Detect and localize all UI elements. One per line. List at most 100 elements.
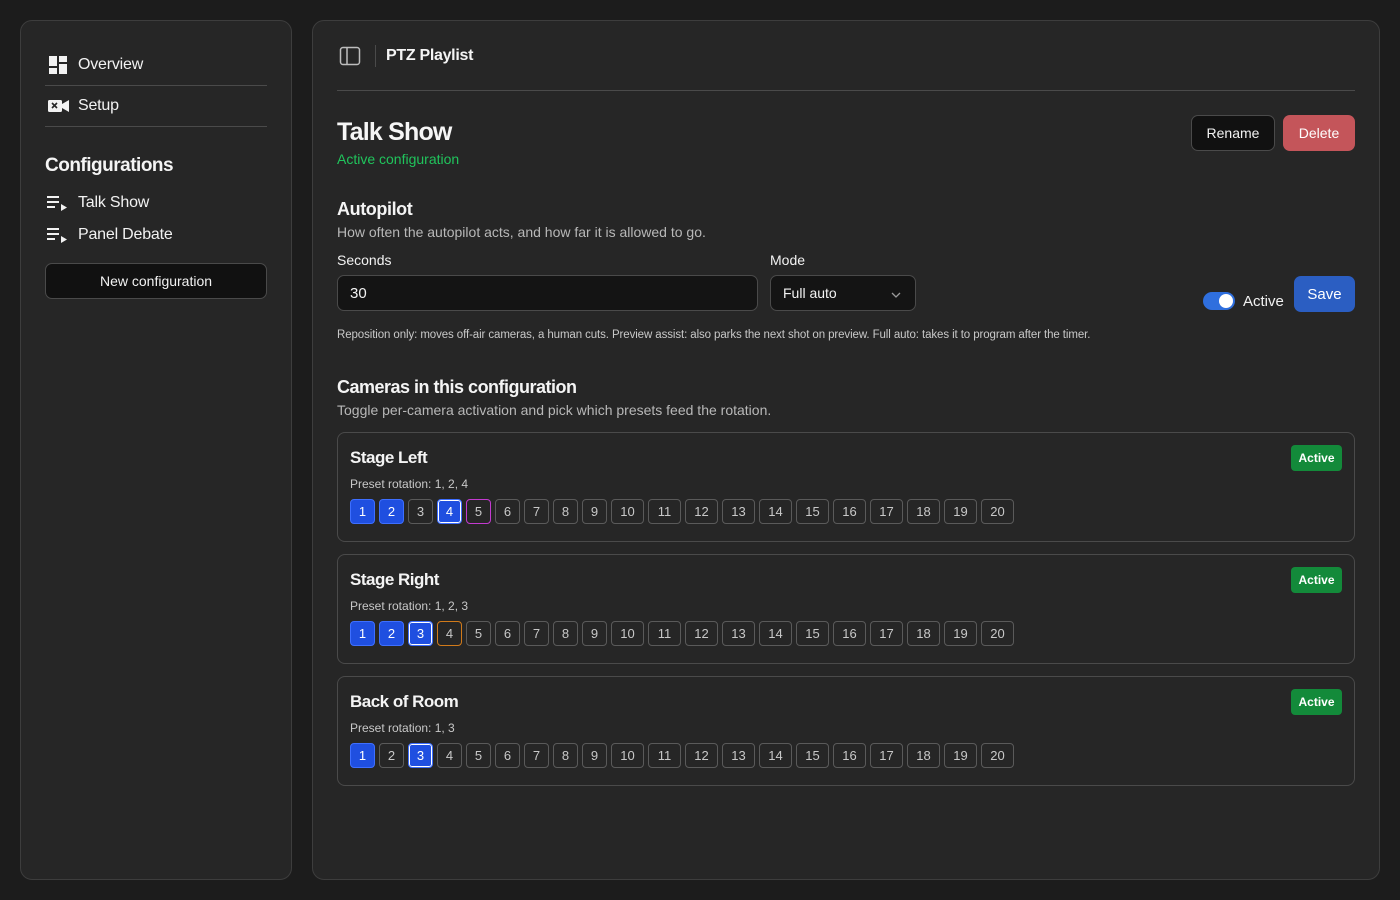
preset-button-5[interactable]: 5 xyxy=(466,743,491,768)
preset-button-18[interactable]: 18 xyxy=(907,621,940,646)
preset-button-1[interactable]: 1 xyxy=(350,499,375,524)
autopilot-heading: Autopilot xyxy=(337,199,413,219)
preset-button-10[interactable]: 10 xyxy=(611,743,644,768)
preset-button-8[interactable]: 8 xyxy=(553,621,578,646)
preset-button-11[interactable]: 11 xyxy=(648,743,681,768)
preset-button-12[interactable]: 12 xyxy=(685,499,718,524)
preset-button-14[interactable]: 14 xyxy=(759,499,792,524)
preset-buttons: 1 2 3 4 5 6 7 8 9 10 11 12 13 14 15 16 17 18 19 20 xyxy=(350,499,1342,524)
preset-button-2[interactable]: 2 xyxy=(379,743,404,768)
configurations-heading: Configurations xyxy=(45,155,174,176)
preset-button-6[interactable]: 6 xyxy=(495,499,520,524)
preset-button-17[interactable]: 17 xyxy=(870,499,903,524)
preset-button-16[interactable]: 16 xyxy=(833,621,866,646)
camera-card: Stage Left Preset rotation: 1, 2, 4 Active… xyxy=(337,432,1355,542)
autopilot-active-toggle[interactable]: Active xyxy=(1203,292,1284,310)
config-item-talk-show[interactable]: Talk Show xyxy=(45,187,267,219)
preset-button-3[interactable]: 3 xyxy=(408,621,433,646)
preset-buttons: 1 2 3 4 5 6 7 8 9 10 11 12 13 14 15 16 17 18 19 20 xyxy=(350,621,1342,646)
seconds-label: Seconds xyxy=(337,252,392,268)
autopilot-description: How often the autopilot acts, and how fa… xyxy=(337,224,706,240)
preset-button-20[interactable]: 20 xyxy=(981,743,1014,768)
seconds-input[interactable] xyxy=(337,275,758,311)
preset-button-9[interactable]: 9 xyxy=(582,621,607,646)
preset-button-5[interactable]: 5 xyxy=(466,499,491,524)
toggle-switch[interactable] xyxy=(1203,292,1235,310)
preset-button-8[interactable]: 8 xyxy=(553,499,578,524)
chevron-down-icon xyxy=(891,285,901,301)
preset-button-10[interactable]: 10 xyxy=(611,499,644,524)
preset-button-18[interactable]: 18 xyxy=(907,499,940,524)
preset-button-16[interactable]: 16 xyxy=(833,499,866,524)
preset-button-2[interactable]: 2 xyxy=(379,621,404,646)
preset-button-10[interactable]: 10 xyxy=(611,621,644,646)
preset-rotation-text: Preset rotation: 1, 3 xyxy=(350,721,455,735)
preset-button-20[interactable]: 20 xyxy=(981,499,1014,524)
preset-button-3[interactable]: 3 xyxy=(408,743,433,768)
preset-button-7[interactable]: 7 xyxy=(524,621,549,646)
preset-button-12[interactable]: 12 xyxy=(685,743,718,768)
new-configuration-button[interactable]: New configuration xyxy=(45,263,267,299)
preset-button-17[interactable]: 17 xyxy=(870,743,903,768)
preset-button-16[interactable]: 16 xyxy=(833,743,866,768)
preset-button-14[interactable]: 14 xyxy=(759,743,792,768)
preset-button-15[interactable]: 15 xyxy=(796,743,829,768)
cameras-description: Toggle per-camera activation and pick wh… xyxy=(337,402,772,418)
preset-button-9[interactable]: 9 xyxy=(582,499,607,524)
preset-button-6[interactable]: 6 xyxy=(495,743,520,768)
camera-active-badge[interactable]: Active xyxy=(1291,445,1342,471)
mode-select[interactable]: Full auto xyxy=(770,275,916,311)
preset-button-13[interactable]: 13 xyxy=(722,621,755,646)
preset-button-7[interactable]: 7 xyxy=(524,499,549,524)
camera-card: Back of Room Preset rotation: 1, 3 Active 1… xyxy=(337,676,1355,786)
seconds-field-group: Seconds xyxy=(337,252,758,311)
preset-button-19[interactable]: 19 xyxy=(944,743,977,768)
save-button[interactable]: Save xyxy=(1294,276,1355,312)
main-panel: PTZ Playlist Talk Show Active configurat… xyxy=(312,20,1380,880)
nav-setup[interactable]: Setup xyxy=(45,86,267,127)
preset-button-7[interactable]: 7 xyxy=(524,743,549,768)
preset-button-13[interactable]: 13 xyxy=(722,499,755,524)
preset-button-4[interactable]: 4 xyxy=(437,743,462,768)
preset-button-3[interactable]: 3 xyxy=(408,499,433,524)
camera-card: Stage Right Preset rotation: 1, 2, 3 Activ… xyxy=(337,554,1355,664)
preset-button-6[interactable]: 6 xyxy=(495,621,520,646)
camera-icon xyxy=(47,97,69,115)
rename-button[interactable]: Rename xyxy=(1191,115,1275,151)
preset-button-8[interactable]: 8 xyxy=(553,743,578,768)
sidebar-toggle-icon[interactable] xyxy=(339,45,361,67)
nav-overview-label: Overview xyxy=(78,56,144,73)
camera-name: Stage Right xyxy=(350,570,439,589)
preset-button-1[interactable]: 1 xyxy=(350,743,375,768)
preset-button-13[interactable]: 13 xyxy=(722,743,755,768)
camera-active-badge[interactable]: Active xyxy=(1291,567,1342,593)
app-title: PTZ Playlist xyxy=(386,46,474,64)
delete-button[interactable]: Delete xyxy=(1283,115,1355,151)
preset-button-20[interactable]: 20 xyxy=(981,621,1014,646)
preset-button-11[interactable]: 11 xyxy=(648,499,681,524)
preset-button-19[interactable]: 19 xyxy=(944,621,977,646)
preset-button-2[interactable]: 2 xyxy=(379,499,404,524)
preset-button-18[interactable]: 18 xyxy=(907,743,940,768)
preset-button-4[interactable]: 4 xyxy=(437,499,462,524)
camera-active-badge[interactable]: Active xyxy=(1291,689,1342,715)
dashboard-icon xyxy=(47,56,69,74)
nav-overview[interactable]: Overview xyxy=(45,45,267,86)
playlist-icon xyxy=(47,226,69,244)
preset-button-19[interactable]: 19 xyxy=(944,499,977,524)
mode-value: Full auto xyxy=(783,285,837,301)
sidebar: Overview Setup Configurations Talk Show … xyxy=(20,20,292,880)
preset-button-5[interactable]: 5 xyxy=(466,621,491,646)
preset-button-17[interactable]: 17 xyxy=(870,621,903,646)
preset-button-12[interactable]: 12 xyxy=(685,621,718,646)
preset-button-4[interactable]: 4 xyxy=(437,621,462,646)
preset-rotation-text: Preset rotation: 1, 2, 3 xyxy=(350,599,469,613)
config-item-panel-debate[interactable]: Panel Debate xyxy=(45,219,267,251)
preset-button-1[interactable]: 1 xyxy=(350,621,375,646)
preset-button-11[interactable]: 11 xyxy=(648,621,681,646)
preset-button-15[interactable]: 15 xyxy=(796,499,829,524)
mode-label: Mode xyxy=(770,252,806,268)
preset-button-15[interactable]: 15 xyxy=(796,621,829,646)
preset-button-9[interactable]: 9 xyxy=(582,743,607,768)
preset-button-14[interactable]: 14 xyxy=(759,621,792,646)
